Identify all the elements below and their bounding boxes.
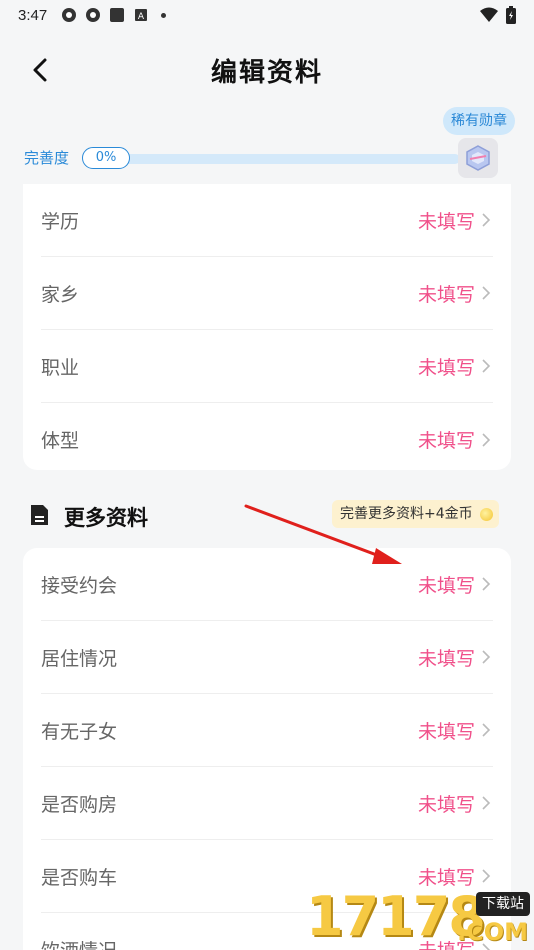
basic-info-card: 学历 未填写 家乡 未填写 职业 未填写 体型 未填写 <box>23 184 511 470</box>
chevron-right-icon <box>482 577 491 591</box>
settings-icon <box>86 8 101 22</box>
battery-icon <box>506 6 516 24</box>
row-label: 体型 <box>41 430 80 452</box>
profile-row-accept-dating[interactable]: 接受约会 未填写 <box>41 548 493 621</box>
section-title: 更多资料 <box>64 506 148 530</box>
back-button[interactable] <box>22 52 58 88</box>
chevron-left-icon <box>33 58 47 82</box>
row-label: 是否购车 <box>41 866 118 889</box>
progress-label: 完善度 <box>24 149 70 167</box>
row-value: 未填写 <box>417 283 475 306</box>
row-value: 未填写 <box>417 647 475 670</box>
more-info-header: 更多资料 完善更多资料+4金币 <box>0 494 534 538</box>
coin-icon <box>479 508 493 521</box>
rare-medal-badge[interactable]: 稀有勋章 <box>443 107 515 135</box>
row-label: 接受约会 <box>41 574 118 597</box>
row-label: 有无子女 <box>41 720 118 743</box>
row-label: 家乡 <box>41 283 80 306</box>
profile-row-children[interactable]: 有无子女 未填写 <box>41 694 493 767</box>
completeness-progress: 稀有勋章 完善度 0% <box>0 104 534 184</box>
a-icon: A <box>135 9 148 22</box>
profile-row-house[interactable]: 是否购房 未填写 <box>41 767 493 840</box>
watermark-suffix: .COM <box>456 918 528 946</box>
dot-icon <box>161 12 167 18</box>
row-label: 学历 <box>41 210 80 233</box>
row-value: 未填写 <box>417 793 475 816</box>
progress-track <box>112 154 460 164</box>
nav-bar: 编辑资料 <box>0 38 534 102</box>
watermark-logo: 17178 下载站 .COM <box>300 884 534 950</box>
chevron-right-icon <box>482 213 491 227</box>
profile-row-occupation[interactable]: 职业 未填写 <box>41 330 493 403</box>
coin-reward-text: 完善更多资料+4金币 <box>340 506 473 522</box>
coin-reward-tag: 完善更多资料+4金币 <box>332 500 499 528</box>
row-label: 职业 <box>41 356 80 379</box>
medal[interactable] <box>458 138 498 178</box>
document-icon <box>31 505 48 525</box>
progress-percent: 0% <box>82 147 130 169</box>
chevron-right-icon <box>482 359 491 373</box>
row-value: 未填写 <box>417 430 475 452</box>
row-label: 居住情况 <box>41 647 118 670</box>
row-value: 未填写 <box>417 210 475 233</box>
svg-text:A: A <box>138 12 145 22</box>
chevron-right-icon <box>482 869 491 883</box>
row-label: 是否购房 <box>41 793 118 816</box>
row-value: 未填写 <box>417 574 475 597</box>
row-label: 饮酒情况 <box>41 936 117 950</box>
status-time: 3:47 <box>18 6 48 24</box>
chevron-right-icon <box>482 432 491 447</box>
page-title: 编辑资料 <box>210 57 323 88</box>
row-value: 未填写 <box>417 720 475 743</box>
profile-row-hometown[interactable]: 家乡 未填写 <box>41 257 493 330</box>
profile-row-body-type[interactable]: 体型 未填写 <box>41 403 493 470</box>
settings-icon <box>62 8 77 22</box>
chevron-right-icon <box>482 286 491 300</box>
status-bar: 3:47 A <box>0 0 534 30</box>
row-value: 未填写 <box>417 356 475 379</box>
medal-icon <box>466 145 490 171</box>
profile-row-living[interactable]: 居住情况 未填写 <box>41 621 493 694</box>
chevron-right-icon <box>482 723 491 737</box>
square-app-icon <box>110 8 125 22</box>
profile-row-education[interactable]: 学历 未填写 <box>41 184 493 257</box>
wifi-icon <box>480 7 498 22</box>
watermark-tag: 下载站 <box>476 892 530 916</box>
chevron-right-icon <box>482 796 491 810</box>
chevron-right-icon <box>482 650 491 664</box>
